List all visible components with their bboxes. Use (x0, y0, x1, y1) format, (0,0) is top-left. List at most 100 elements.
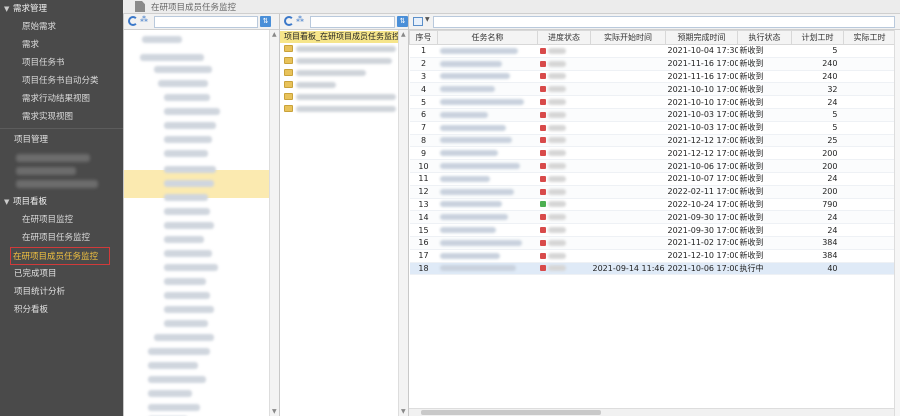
tree-search-input[interactable] (154, 16, 258, 28)
tree-node-redacted[interactable] (164, 108, 220, 115)
nav-group-board[interactable]: ▼ 项目看板 (0, 193, 123, 211)
folder-item[interactable] (280, 103, 408, 115)
tree-node-redacted[interactable] (148, 404, 200, 411)
scroll-up-icon[interactable]: ▲ (401, 31, 406, 38)
tree-node-redacted[interactable] (148, 376, 206, 383)
tree-node-redacted[interactable] (148, 348, 210, 355)
tree-node-redacted[interactable] (164, 194, 208, 201)
column-header-actual-start[interactable]: 实际开始时间 (590, 30, 666, 45)
nav-item-raw-demand[interactable]: 原始需求 (0, 18, 123, 36)
tree-node-redacted[interactable] (142, 36, 182, 43)
tree-node-redacted[interactable] (140, 54, 204, 61)
nav-item-demand-impl-view[interactable]: 需求实现视图 (0, 108, 123, 126)
tree-structure-icon[interactable]: ⁂ (296, 15, 304, 24)
nav-item-completed-projects[interactable]: 已完成项目 (0, 265, 123, 283)
grid-view-icon[interactable] (413, 17, 423, 26)
nav-item-project-management[interactable]: 项目管理 (0, 131, 123, 149)
scroll-down-icon[interactable]: ▼ (401, 408, 406, 415)
nav-item-member-task-monitor[interactable]: 在研项目成员任务监控 (10, 247, 110, 265)
tree-structure-icon[interactable]: ⁂ (140, 15, 148, 24)
nav-item-project-monitor[interactable]: 在研项目监控 (0, 211, 123, 229)
tree-node-redacted[interactable] (164, 278, 206, 285)
scrollbar-thumb[interactable] (421, 410, 601, 415)
right-scrollbar[interactable] (894, 30, 900, 416)
tree-node-redacted[interactable] (164, 264, 218, 271)
nav-item-demand-action-view[interactable]: 需求行动结果视图 (0, 90, 123, 108)
tree-node-redacted[interactable] (164, 250, 212, 257)
horizontal-scrollbar[interactable] (409, 408, 895, 416)
sort-icon[interactable]: ⇅ (397, 16, 408, 27)
tree-node-redacted[interactable] (164, 180, 214, 187)
tree-node-redacted[interactable] (164, 320, 208, 327)
nav-group-demand[interactable]: ▼ 需求管理 (0, 0, 123, 18)
column-header-progress[interactable]: 进度状态 (537, 30, 591, 45)
progress-status-icon (539, 137, 546, 144)
table-row[interactable]: 15 2021-09-30 17:00 新收到 24 (409, 223, 896, 237)
table-row[interactable]: 3 2021-11-16 17:00 新收到 240 (409, 70, 896, 84)
table-row[interactable]: 7 2021-10-03 17:00 新收到 5 (409, 121, 896, 135)
tree-node-redacted[interactable] (148, 390, 192, 397)
folder-item[interactable] (280, 55, 408, 67)
tree-node-redacted[interactable] (164, 236, 204, 243)
vertical-scrollbar[interactable]: ▲ ▼ (269, 30, 279, 416)
nav-item-demand[interactable]: 需求 (0, 36, 123, 54)
grid-filter-input[interactable] (433, 16, 895, 28)
nav-item-task-book[interactable]: 项目任务书 (0, 54, 123, 72)
table-row[interactable]: 1 2021-10-04 17:30 新收到 5 (409, 44, 896, 58)
folder-item[interactable] (280, 79, 408, 91)
column-header-task-name[interactable]: 任务名称 (437, 30, 538, 45)
table-row[interactable]: 4 2021-10-10 17:00 新收到 32 (409, 82, 896, 97)
table-row[interactable]: 5 2021-10-10 17:00 新收到 24 (409, 95, 896, 109)
tree-node-redacted[interactable] (164, 122, 216, 129)
column-header-no[interactable]: 序号 (409, 30, 438, 45)
sort-icon[interactable]: ⇅ (260, 16, 271, 27)
folder-item-selected[interactable]: 项目看板_在研项目成员任务监控_表 (280, 31, 408, 43)
tree-node-redacted[interactable] (164, 94, 210, 101)
tree-node-redacted[interactable] (164, 306, 214, 313)
tree-node-redacted[interactable] (148, 362, 198, 369)
scroll-up-icon[interactable]: ▲ (272, 31, 277, 38)
tree-node-redacted[interactable] (154, 66, 212, 73)
tree-view[interactable] (124, 30, 269, 416)
table-row[interactable]: 12 2022-02-11 17:00 新收到 200 (409, 185, 896, 199)
column-header-actual-hours[interactable]: 实际工时 (843, 30, 896, 45)
tree-node-redacted[interactable] (164, 136, 212, 143)
nav-item-task-monitor[interactable]: 在研项目任务监控 (0, 229, 123, 247)
folder-search-input[interactable] (310, 16, 395, 28)
chevron-down-icon[interactable]: ▼ (425, 16, 430, 23)
folder-item[interactable] (280, 67, 408, 79)
column-header-expected-finish[interactable]: 预期完成时间 (665, 30, 738, 45)
table-row[interactable]: 17 2021-12-10 17:00 新收到 384 (409, 249, 896, 263)
tree-node-redacted[interactable] (164, 166, 216, 173)
table-row[interactable]: 10 2021-10-06 17:00 新收到 200 (409, 159, 896, 173)
tree-node-redacted[interactable] (154, 334, 214, 341)
nav-item-project-stats[interactable]: 项目统计分析 (0, 283, 123, 301)
nav-item-redacted[interactable] (16, 180, 98, 188)
refresh-icon[interactable] (128, 16, 138, 26)
tree-node-redacted[interactable] (164, 222, 214, 229)
table-row[interactable]: 16 2021-11-02 17:00 新收到 384 (409, 236, 896, 250)
vertical-scrollbar[interactable]: ▲ ▼ (398, 30, 408, 416)
nav-item-redacted[interactable] (16, 154, 90, 162)
tree-node-redacted[interactable] (164, 150, 208, 157)
tree-node-redacted[interactable] (164, 292, 210, 299)
table-row[interactable]: 8 2021-12-12 17:00 新收到 25 (409, 134, 896, 148)
table-row[interactable]: 9 2021-12-12 17:00 新收到 200 (409, 146, 896, 161)
scroll-down-icon[interactable]: ▼ (272, 408, 277, 415)
table-row[interactable]: 13 2022-10-24 17:00 新收到 790 (409, 198, 896, 212)
table-row[interactable]: 18 2021-09-14 11:46 2021-10-06 17:00 执行中 40 (409, 262, 896, 276)
tree-node-redacted[interactable] (158, 80, 208, 87)
table-row[interactable]: 6 2021-10-03 17:00 新收到 5 (409, 108, 896, 122)
column-header-exec-status[interactable]: 执行状态 (737, 30, 792, 45)
nav-item-points-board[interactable]: 积分看板 (0, 301, 123, 319)
table-row[interactable]: 14 2021-09-30 17:00 新收到 24 (409, 210, 896, 225)
refresh-icon[interactable] (284, 16, 294, 26)
folder-item[interactable] (280, 43, 408, 55)
tree-node-redacted[interactable] (164, 208, 210, 215)
nav-item-task-book-auto[interactable]: 项目任务书自动分类 (0, 72, 123, 90)
table-row[interactable]: 11 2021-10-07 17:00 新收到 24 (409, 172, 896, 186)
column-header-planned-hours[interactable]: 计划工时 (791, 30, 844, 45)
table-row[interactable]: 2 2021-11-16 17:00 新收到 240 (409, 57, 896, 71)
folder-item[interactable] (280, 91, 408, 103)
nav-item-redacted[interactable] (16, 167, 76, 175)
